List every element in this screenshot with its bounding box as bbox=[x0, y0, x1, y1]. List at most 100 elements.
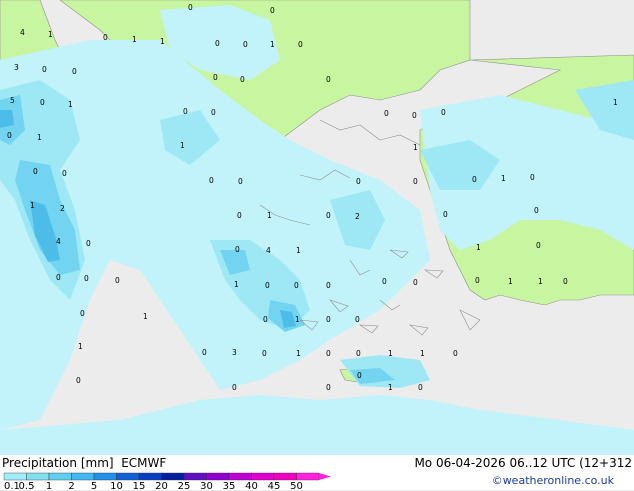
grid-value: 1 bbox=[413, 143, 418, 152]
credit-link[interactable]: ©weatheronline.co.uk bbox=[492, 474, 614, 487]
grid-value: 1 bbox=[267, 211, 272, 220]
grid-value: 4 bbox=[20, 28, 25, 37]
valid-time: Mo 06-04-2026 06..12 UTC (12+312 bbox=[414, 456, 632, 470]
precipitation-map: 4 1 0 0 1 1 0 0 0 3 0 0 0 0 0 1 0 0 5 0 … bbox=[0, 0, 634, 455]
grid-value: 1 bbox=[160, 37, 165, 46]
grid-value: 1 bbox=[270, 40, 275, 49]
legend-swatch bbox=[93, 472, 117, 481]
grid-value: 0 bbox=[33, 167, 38, 176]
grid-value: 0 bbox=[413, 278, 418, 287]
legend-swatch bbox=[206, 472, 230, 481]
grid-value: 0 bbox=[232, 383, 237, 392]
model-name: ECMWF bbox=[121, 456, 167, 470]
grid-value: 2 bbox=[355, 212, 360, 221]
legend-colorbar: 0.10.5 1 2 5 10 15 20 25 30 35 40 45 50 bbox=[3, 472, 331, 491]
grid-value: 0 bbox=[356, 177, 361, 186]
grid-value: 1 bbox=[295, 315, 300, 324]
grid-value: 1 bbox=[296, 349, 301, 358]
grid-value: 0 bbox=[453, 349, 458, 358]
grid-value: 0 bbox=[326, 315, 331, 324]
map-canvas: 4 1 0 0 1 1 0 0 0 3 0 0 0 0 0 1 0 0 5 0 … bbox=[0, 0, 634, 455]
grid-value: 0 bbox=[326, 75, 331, 84]
grid-value: 1 bbox=[420, 349, 425, 358]
grid-value: 0 bbox=[183, 107, 188, 116]
grid-value: 1 bbox=[508, 277, 513, 286]
grid-value: 0 bbox=[243, 40, 248, 49]
grid-value: 0 bbox=[80, 309, 85, 318]
grid-value: 4 bbox=[266, 246, 271, 255]
grid-value: 0 bbox=[235, 245, 240, 254]
grid-value: 0 bbox=[270, 6, 275, 15]
grid-value: 3 bbox=[232, 348, 237, 357]
grid-value: 0 bbox=[211, 108, 216, 117]
grid-value: 0 bbox=[7, 131, 12, 140]
grid-value: 1 bbox=[143, 312, 148, 321]
grid-value: 0 bbox=[238, 177, 243, 186]
grid-value: 1 bbox=[78, 342, 83, 351]
legend-arrow bbox=[319, 473, 331, 480]
grid-value: 0 bbox=[536, 241, 541, 250]
grid-value: 0 bbox=[213, 73, 218, 82]
grid-value: 1 bbox=[30, 201, 35, 210]
grid-value: 1 bbox=[388, 349, 393, 358]
grid-value: 1 bbox=[501, 174, 506, 183]
grid-value: 0 bbox=[355, 315, 360, 324]
grid-value: 0 bbox=[209, 176, 214, 185]
grid-value: 0 bbox=[202, 348, 207, 357]
grid-value: 0 bbox=[62, 169, 67, 178]
legend-swatch bbox=[161, 472, 185, 481]
grid-value: 0 bbox=[237, 211, 242, 220]
grid-value: 0 bbox=[326, 383, 331, 392]
grid-value: 1 bbox=[296, 246, 301, 255]
grid-value: 0 bbox=[441, 108, 446, 117]
grid-value: 0 bbox=[326, 281, 331, 290]
legend-swatches bbox=[3, 472, 331, 481]
grid-value: 0 bbox=[418, 383, 423, 392]
grid-value: 0 bbox=[72, 67, 77, 76]
title-row: Precipitation [mm] ECMWF bbox=[2, 456, 166, 470]
map-footer: Precipitation [mm] ECMWF Mo 06-04-2026 0… bbox=[0, 455, 634, 491]
grid-value: 1 bbox=[234, 280, 239, 289]
grid-value: 3 bbox=[14, 63, 19, 72]
grid-value: 1 bbox=[538, 277, 543, 286]
grid-value: 1 bbox=[37, 133, 42, 142]
grid-value: 0 bbox=[530, 173, 535, 182]
grid-value: 0 bbox=[188, 3, 193, 12]
grid-value: 1 bbox=[68, 100, 73, 109]
legend-swatch bbox=[26, 472, 50, 481]
product-title: Precipitation [mm] bbox=[2, 456, 114, 470]
grid-value: 0 bbox=[76, 376, 81, 385]
grid-value: 0 bbox=[326, 349, 331, 358]
grid-value: 0 bbox=[40, 98, 45, 107]
grid-value: 0 bbox=[298, 40, 303, 49]
grid-value: 0 bbox=[563, 277, 568, 286]
legend-swatch bbox=[228, 472, 252, 481]
grid-value: 0 bbox=[412, 111, 417, 120]
grid-value: 0 bbox=[384, 109, 389, 118]
legend-swatch bbox=[273, 472, 297, 481]
legend-swatch bbox=[116, 472, 140, 481]
grid-value: 2 bbox=[60, 204, 65, 213]
grid-value: 0 bbox=[294, 281, 299, 290]
grid-value: 0 bbox=[265, 281, 270, 290]
grid-value: 0 bbox=[115, 276, 120, 285]
grid-value: 0 bbox=[263, 315, 268, 324]
grid-value: 0 bbox=[215, 39, 220, 48]
grid-value: 0 bbox=[56, 273, 61, 282]
legend-swatch bbox=[71, 472, 95, 481]
legend-swatch bbox=[251, 472, 275, 481]
legend-swatch bbox=[48, 472, 72, 481]
legend-swatch bbox=[296, 472, 320, 481]
legend-swatch bbox=[138, 472, 162, 481]
grid-value: 1 bbox=[388, 383, 393, 392]
grid-value: 0 bbox=[534, 206, 539, 215]
legend-swatch bbox=[183, 472, 207, 481]
grid-value: 0 bbox=[472, 175, 477, 184]
grid-value: 1 bbox=[48, 30, 53, 39]
grid-value: 0 bbox=[86, 239, 91, 248]
legend-swatch bbox=[3, 472, 27, 481]
grid-value: 1 bbox=[476, 243, 481, 252]
grid-value: 1 bbox=[180, 141, 185, 150]
grid-value: 0 bbox=[240, 75, 245, 84]
grid-value: 0 bbox=[443, 210, 448, 219]
